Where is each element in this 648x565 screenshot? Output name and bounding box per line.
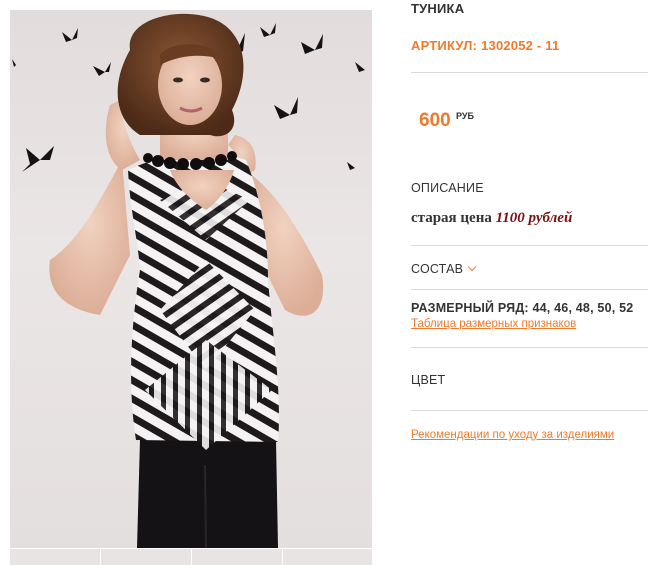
size-range-values: 44, 46, 48, 50, 52 <box>532 301 634 315</box>
divider <box>411 72 648 73</box>
old-price-prefix: старая цена <box>411 210 492 226</box>
size-range-label: РАЗМЕРНЫЙ РЯД: <box>411 301 529 315</box>
composition-label: СОСТАВ <box>411 262 464 276</box>
size-chart-link[interactable]: Таблица размерных признаков <box>411 318 576 330</box>
divider <box>411 410 648 411</box>
care-instructions-link[interactable]: Рекомендации по уходу за изделиями <box>411 429 614 441</box>
composition-toggle[interactable]: СОСТАВ <box>411 262 477 276</box>
price-currency: РУБ <box>456 111 474 121</box>
product-price: 600 <box>419 110 451 131</box>
thumbnail-strip <box>10 549 372 565</box>
sku-label: АРТИКУЛ: <box>411 38 478 53</box>
thumbnail[interactable] <box>10 549 101 565</box>
thumbnail[interactable] <box>192 549 283 565</box>
old-price: старая цена 1100 рублей <box>411 210 572 227</box>
product-title: ТУНИКА <box>411 1 465 16</box>
product-photo[interactable] <box>10 10 372 548</box>
chevron-down-icon <box>467 262 477 272</box>
old-price-value: 1100 рублей <box>495 210 573 226</box>
divider <box>411 289 648 290</box>
sku-value: 1302052 - 11 <box>481 38 560 53</box>
divider <box>411 245 648 246</box>
description-label: ОПИСАНИЕ <box>411 181 484 195</box>
size-range: РАЗМЕРНЫЙ РЯД: 44, 46, 48, 50, 52 <box>411 301 633 315</box>
model-illustration <box>12 13 365 548</box>
divider <box>411 347 648 348</box>
thumbnail[interactable] <box>101 549 192 565</box>
thumbnail[interactable] <box>283 549 372 565</box>
product-sku: АРТИКУЛ: 1302052 - 11 <box>411 38 559 53</box>
color-label: ЦВЕТ <box>411 373 446 387</box>
